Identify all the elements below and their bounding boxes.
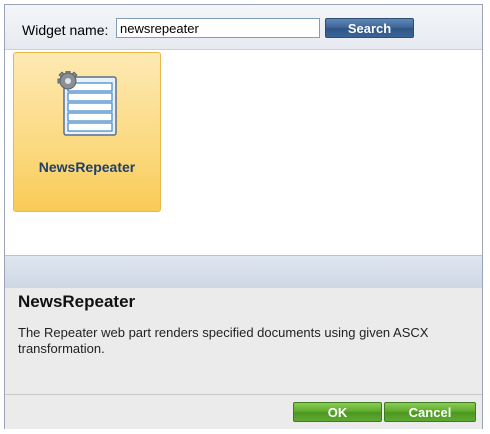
dialog-footer: OK Cancel [5,394,482,429]
ok-button[interactable]: OK [293,402,382,422]
widget-selector-dialog: Widget name: Search [4,4,483,429]
search-bar: Widget name: Search [5,5,482,50]
widget-tile-newsrepeater[interactable]: NewsRepeater [13,52,161,212]
widget-name-label: Widget name: [22,22,109,38]
cancel-button[interactable]: Cancel [384,402,476,422]
repeater-gear-list-icon [54,70,120,140]
panel-divider [5,255,482,288]
search-button[interactable]: Search [325,18,414,38]
widget-gallery: NewsRepeater [5,50,482,255]
widget-info-title: NewsRepeater [18,292,136,311]
widget-name-input[interactable] [116,18,320,38]
widget-tile-label: NewsRepeater [38,159,136,175]
widget-info-panel: NewsRepeater The Repeater web part rende… [5,288,482,394]
widget-info-description: The Repeater web part renders specified … [18,325,429,356]
